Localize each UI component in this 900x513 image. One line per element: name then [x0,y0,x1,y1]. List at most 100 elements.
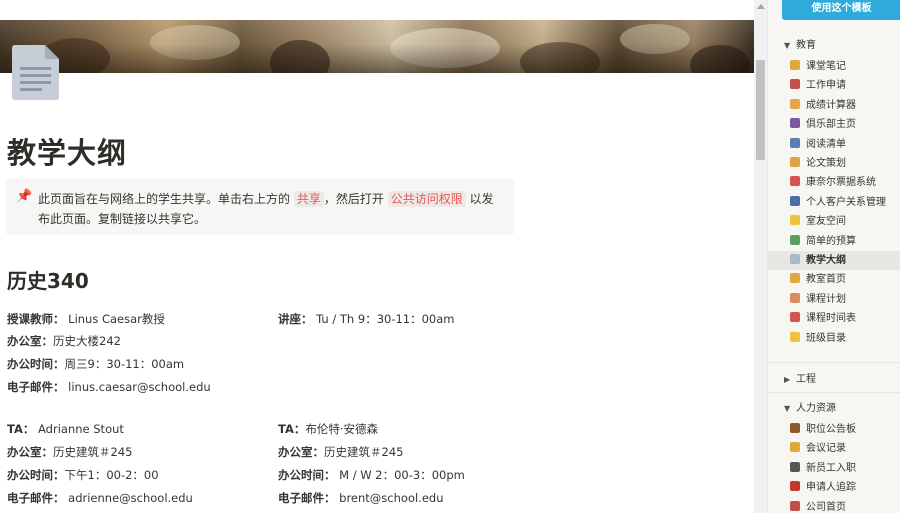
template-item[interactable]: 俱乐部主页 [768,115,900,134]
field-value: 布伦特·安德森 [305,422,379,436]
school-icon [790,273,800,284]
course-heading[interactable]: 历史340 [7,265,89,294]
caret-down-icon: ▼ [784,404,791,413]
template-item-label: 公司首页 [806,501,846,513]
template-item-label: 个人客户关系管理 [806,196,886,208]
template-item[interactable]: 成绩计算器 [768,96,900,115]
template-item-label: 会议记录 [806,443,846,455]
field-value: Tu / Th 9：30-11：00am [316,312,455,326]
group-hr[interactable]: ▼ 人力资源 [784,399,836,414]
office-hours-row: 办公时间：周三9：30-11：00am [7,356,184,372]
calendar-icon [790,312,800,323]
template-item-label: 班级目录 [806,332,846,344]
page-title[interactable]: 教学大纲 [7,130,127,172]
caret-down-icon: ▼ [784,41,791,50]
template-item[interactable]: 工作申请 [768,76,900,95]
shield-icon [790,481,800,492]
field-label: 办公室： [278,445,324,459]
document-icon[interactable] [11,43,61,101]
field-label: 讲座： [278,312,313,326]
template-item-label: 课程时间表 [806,313,856,325]
template-sidebar: 使用这个模板 ▼ 教育 课堂笔记工作申请成绩计算器 俱乐部主页 阅读清单论文策划康奈尔… [767,0,900,513]
template-item[interactable]: 会议记录 [768,439,900,458]
ta-row: TA：布伦特·安德森 [278,421,378,437]
use-template-button[interactable]: 使用这个模板 [782,0,900,20]
bulb-icon [790,215,800,226]
template-item-label: 室友空间 [806,216,846,228]
template-item[interactable]: 室友空间 [768,212,900,231]
scroll-icon [790,157,800,167]
pushpin-icon: 📌 [16,189,33,204]
field-label: 办公时间： [7,357,65,371]
clipboard-icon [790,292,800,303]
document-icon [790,254,800,264]
group-label: 人力资源 [796,403,836,414]
field-value: Adrianne Stout [38,422,124,436]
field-value: 历史建筑＃245 [324,445,404,459]
public-access-code: 公共访问权限 [387,191,466,207]
field-value: 历史大楼242 [53,334,121,348]
scroll-up-arrow-icon[interactable] [757,4,765,9]
group-education[interactable]: ▼ 教育 [784,36,816,51]
ta-email-row: 电子邮件： adrienne@school.edu [7,490,193,506]
template-item[interactable]: 教学大纲 [768,251,900,270]
field-value: adrienne@school.edu [68,491,193,505]
template-item-label: 康奈尔票据系统 [806,177,876,189]
template-item[interactable]: 课程时间表 [768,309,900,328]
template-item-label: 新员工入职 [806,462,856,474]
template-item-label: 论文策划 [806,158,846,169]
template-item[interactable]: 课程计划 [768,290,900,309]
template-item[interactable]: 简单的预算 [768,232,900,251]
field-label: 办公室： [7,445,53,459]
callout-text: 此页面旨在与网络上的学生共享。单击右上方的 共享 ，然后打开 公共访问权限 以发布… [38,189,504,229]
people-icon [790,195,800,206]
runner-icon [790,79,800,90]
cover-image[interactable] [0,20,754,73]
ta-row: TA： Adrianne Stout [7,421,124,437]
template-item[interactable]: 论文策划 [768,154,900,173]
template-item-label: 工作申请 [806,80,846,92]
template-item[interactable]: 个人客户关系管理 [768,193,900,212]
template-item[interactable]: 课堂笔记 [768,57,900,76]
template-item[interactable]: 申请人追踪 [768,478,900,497]
group-label: 教育 [796,40,816,51]
callout-block[interactable]: 📌 此页面旨在与网络上的学生共享。单击右上方的 共享 ，然后打开 公共访问权限 以… [6,178,514,235]
instructor-row: 授课教师： Linus Caesar教授 [7,311,165,327]
pin-icon [790,176,800,187]
template-item[interactable]: 阅读清单 [768,135,900,154]
calculator-icon [790,98,800,109]
divider [768,392,900,393]
ta-hours-row: 办公时间：下午1：00-2：00 [7,467,159,483]
field-value: 下午1：00-2：00 [64,468,159,482]
field-value: 周三9：30-11：00am [64,357,185,371]
vertical-scrollbar[interactable] [754,0,767,513]
lecture-row: 讲座： Tu / Th 9：30-11：00am [278,311,455,327]
field-label: 授课教师： [7,312,65,326]
template-item-label: 职位公告板 [806,424,856,435]
field-value: Linus Caesar教授 [68,312,165,326]
pencil-icon [790,60,800,70]
email-row: 电子邮件： linus.caesar@school.edu [7,379,211,395]
template-item-label: 教室首页 [806,274,846,286]
ta-office-row: 办公室：历史建筑＃245 [7,444,132,460]
pencil-icon [790,442,800,453]
template-item[interactable]: 新员工入职 [768,459,900,478]
calendar-icon [790,118,800,129]
template-item[interactable]: 公司首页 [768,498,900,513]
callout-text-part: 此页面旨在与网络上的学生共享。单击右上方的 [38,192,291,206]
template-item[interactable]: 班级目录 [768,329,900,348]
template-item-label: 教学大纲 [806,255,846,266]
field-label: TA： [7,422,35,436]
document-pane: 教学大纲 📌 此页面旨在与网络上的学生共享。单击右上方的 共享 ，然后打开 公共访… [0,0,754,513]
field-label: 办公时间： [7,468,65,482]
house-icon [790,500,800,511]
template-item[interactable]: 职位公告板 [768,420,900,439]
scrollbar-thumb[interactable] [756,60,765,160]
field-value: brent@school.edu [339,491,444,505]
group-engineering[interactable]: ▶ 工程 [784,370,816,385]
field-label: 电子邮件： [7,491,65,505]
field-label: 办公室： [7,334,53,348]
caret-right-icon: ▶ [784,375,791,384]
template-item[interactable]: 教室首页 [768,270,900,289]
template-item[interactable]: 康奈尔票据系统 [768,173,900,192]
